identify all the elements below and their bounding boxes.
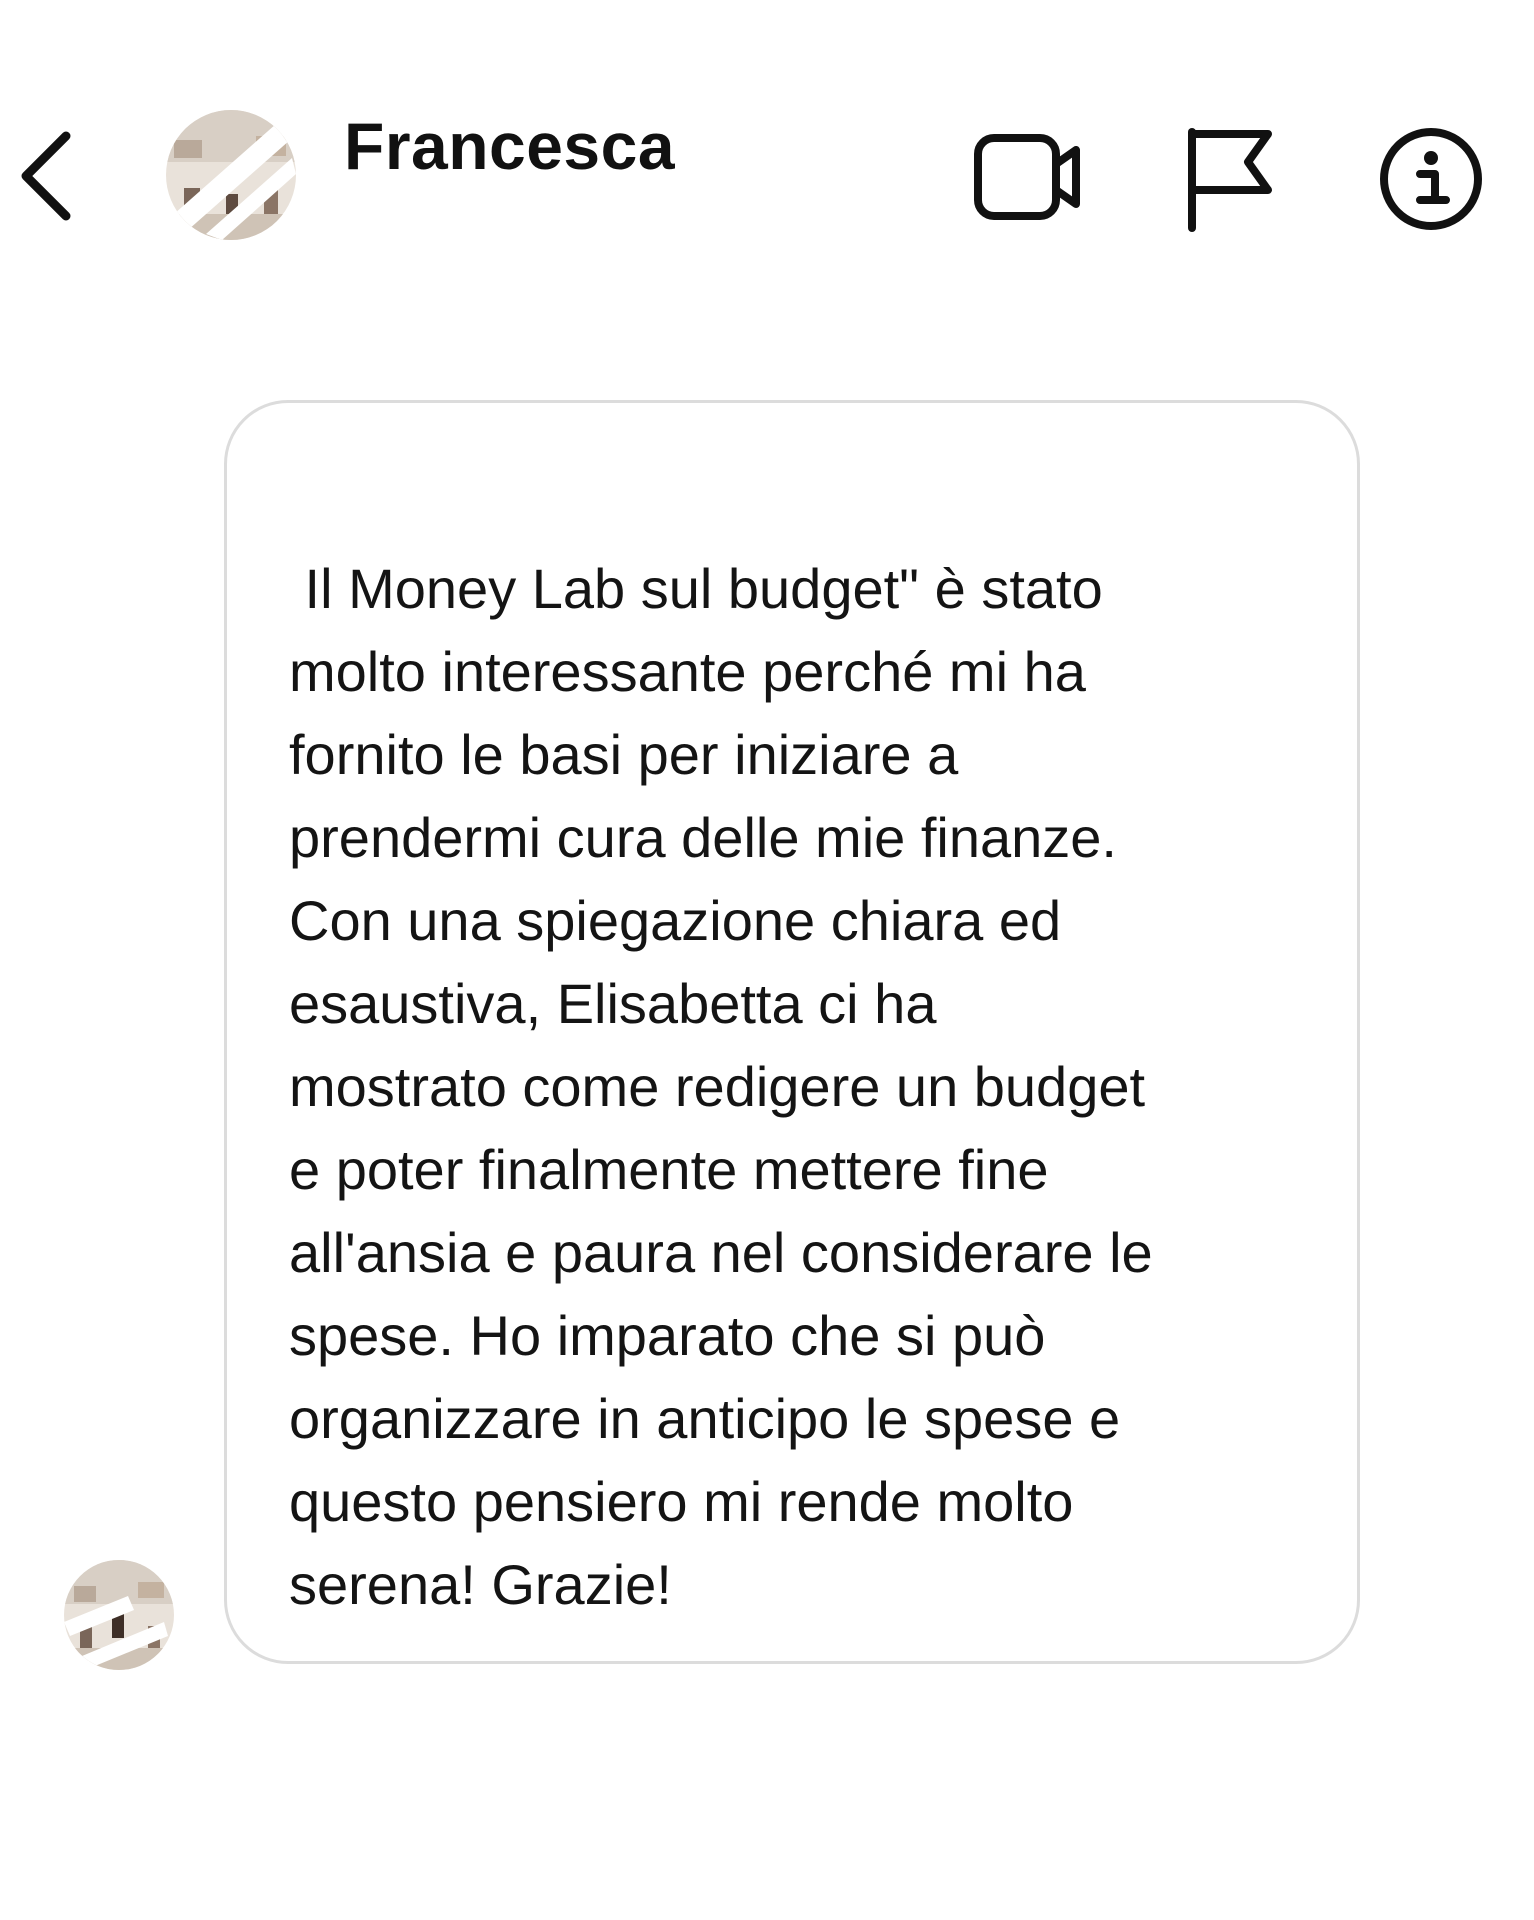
info-button[interactable]: [1376, 124, 1486, 234]
avatar-image: [166, 110, 296, 240]
video-call-button[interactable]: [972, 128, 1084, 224]
info-icon: [1380, 128, 1482, 230]
flag-icon: [1188, 128, 1272, 232]
contact-name[interactable]: Francesca: [344, 108, 675, 184]
chat-header: Francesca: [0, 0, 1534, 260]
contact-avatar[interactable]: [166, 110, 296, 240]
sender-avatar[interactable]: [64, 1560, 174, 1670]
avatar-image: [64, 1560, 174, 1670]
report-button[interactable]: [1182, 124, 1278, 234]
back-button[interactable]: [14, 128, 86, 224]
message-text: Il Money Lab sul budget" è stato molto i…: [289, 557, 1153, 1616]
chevron-left-icon: [21, 131, 71, 221]
video-camera-icon: [974, 134, 1080, 220]
message-bubble[interactable]: Il Money Lab sul budget" è stato molto i…: [224, 400, 1360, 1664]
